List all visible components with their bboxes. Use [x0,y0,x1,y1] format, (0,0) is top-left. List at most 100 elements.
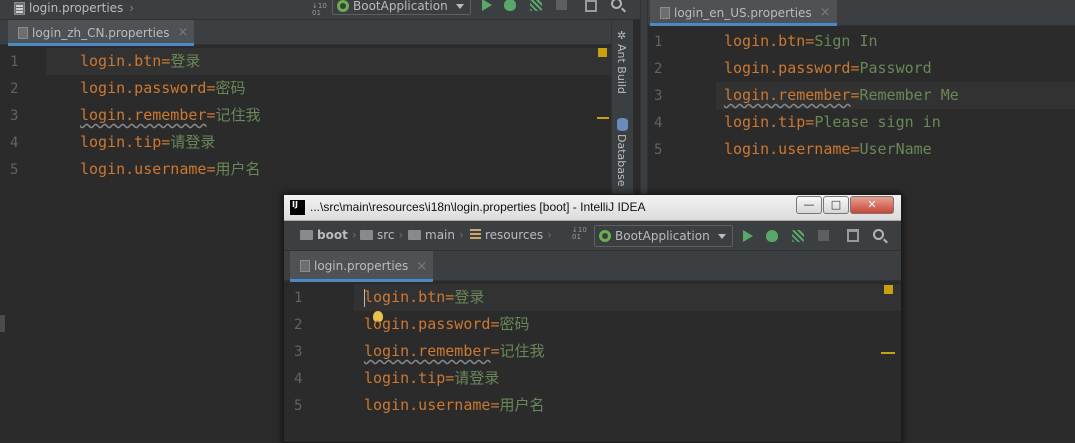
sort-binary-icon[interactable]: ↓10 01 [572,227,587,241]
property-key: login.tip [724,113,806,131]
minimize-button[interactable]: — [796,196,822,214]
property-value: 记住我 [499,342,545,360]
line-number: 1 [10,54,19,70]
code-line[interactable]: login.btn=Sign In [724,28,878,55]
equals-sign: = [445,288,455,306]
property-value: 密码 [215,79,246,97]
tab-login-en-us[interactable]: login_en_US.properties × [650,0,837,26]
line-number: 5 [10,162,19,178]
code-line[interactable]: login.password=密码 [364,311,529,338]
code-line[interactable]: login.tip=Please sign in [724,109,941,136]
equals-sign: = [161,133,171,151]
chevron-right-icon: › [351,228,357,242]
code-line[interactable]: login.tip=请登录 [80,129,215,156]
run-icon[interactable] [743,230,753,242]
code-line[interactable]: login.btn=登录 [364,284,484,311]
code-line[interactable]: login.remember=记住我 [80,102,260,129]
inspection-status-icon[interactable] [884,285,893,294]
code-line[interactable]: login.username=用户名 [80,156,260,183]
close-icon[interactable]: × [178,25,189,40]
breadcrumb-main[interactable]: main › [408,228,464,242]
tab-label: login.properties [314,259,409,273]
tab-login-zh-cn[interactable]: login_zh_CN.properties × [8,20,195,46]
equals-sign: = [445,369,455,387]
folder-icon [360,230,373,240]
breadcrumb[interactable]: login.properties › [14,1,134,15]
line-number: 3 [654,88,663,104]
code-line[interactable]: login.btn=登录 [80,48,200,75]
properties-file-icon [14,1,25,15]
line-number: 2 [294,317,303,333]
code-line[interactable]: login.password=Password [724,55,932,82]
close-icon[interactable]: × [416,259,427,274]
search-icon[interactable] [611,0,622,9]
resources-folder-icon [470,229,481,241]
property-value: 登录 [454,288,485,306]
run-configuration-select[interactable]: BootApplication [332,0,471,15]
properties-file-icon [18,26,28,39]
line-number: 3 [294,344,303,360]
property-value: 用户名 [499,396,545,414]
project-structure-icon[interactable] [847,229,859,242]
property-key: login.password [724,59,851,77]
code-line[interactable]: login.username=UserName [724,136,932,163]
property-value: 请登录 [454,369,500,387]
chevron-right-icon: › [547,228,552,242]
property-key: login.username [724,140,851,158]
property-key: login.btn [724,32,806,50]
code-line[interactable]: login.password=密码 [80,75,245,102]
spring-boot-icon [599,230,611,242]
run-configuration-select[interactable]: BootApplication [594,225,733,247]
stop-icon[interactable] [556,0,567,10]
code-line[interactable]: login.remember=记住我 [364,338,544,365]
tab-bar: login.properties × [284,251,901,282]
scroll-indicator [0,315,5,332]
code-line[interactable]: login.tip=请登录 [364,365,499,392]
maximize-button[interactable]: □ [823,196,849,214]
floating-ide-window[interactable]: ...\src\main\resources\i18n\login.proper… [283,194,902,443]
property-key: login.remember [80,106,207,124]
close-icon[interactable]: × [820,5,831,20]
window-title-bar[interactable]: ...\src\main\resources\i18n\login.proper… [284,195,901,221]
line-number: 4 [10,135,19,151]
line-number: 5 [654,142,663,158]
ant-build-tool-button[interactable]: Ant Build [615,44,628,94]
warning-stripe[interactable] [881,352,895,354]
run-icon[interactable] [482,0,492,11]
coverage-icon[interactable] [530,0,542,11]
line-number: 5 [294,398,303,414]
sort-binary-icon[interactable]: ↓10 01 [312,3,327,17]
breadcrumb-file[interactable]: login.properties [29,1,123,15]
property-key: login.tip [80,133,162,151]
property-value: 用户名 [215,160,261,178]
inspection-status-icon[interactable] [598,48,607,57]
breadcrumb-boot[interactable]: boot › [300,228,357,242]
property-value: Remember Me [859,86,959,104]
ant-icon: ✲ [617,29,627,42]
breadcrumb-label: resources [485,228,544,242]
line-number: 2 [10,81,19,97]
stop-icon[interactable] [818,230,829,241]
property-key: login.password [80,79,207,97]
tab-login-properties[interactable]: login.properties × [290,251,434,282]
coverage-icon[interactable] [792,230,804,242]
database-tool-button[interactable]: Database [615,134,628,187]
close-button[interactable]: ✕ [850,196,894,214]
property-key: login.btn [364,288,446,306]
code-line[interactable]: login.remember=Remember Me [724,82,959,109]
debug-icon[interactable] [766,230,778,242]
tab-label: login_zh_CN.properties [32,25,170,40]
search-icon[interactable] [873,229,884,240]
breadcrumb-resources[interactable]: resources › [470,228,552,242]
debug-icon[interactable] [504,0,516,11]
chevron-down-icon [717,233,726,239]
breadcrumb-src[interactable]: src › [360,228,403,242]
property-key: login.remember [364,342,491,360]
equals-sign: = [161,52,171,70]
warning-stripe[interactable] [597,117,609,119]
code-line[interactable]: login.username=用户名 [364,392,544,419]
property-key: login.tip [364,369,446,387]
spring-boot-icon [337,0,349,12]
project-structure-icon[interactable] [585,0,597,12]
properties-file-icon [660,6,670,19]
